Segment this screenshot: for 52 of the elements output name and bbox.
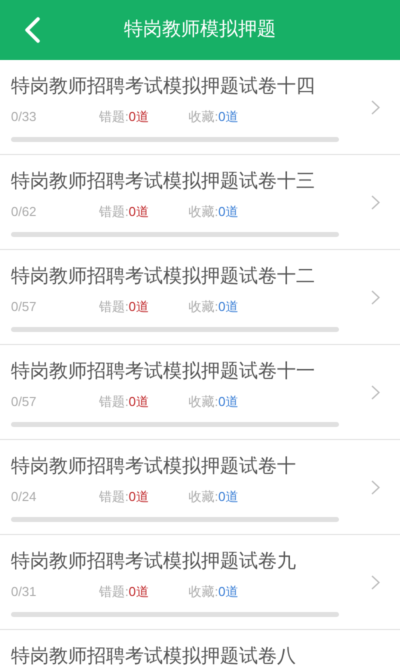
paper-row[interactable]: 特岗教师招聘考试模拟押题试卷十二 0/57 错题:0道 收藏:0道 (0, 250, 400, 345)
chevron-right-icon (371, 384, 380, 400)
paper-title: 特岗教师招聘考试模拟押题试卷十四 (11, 75, 316, 99)
chevron-right-icon (371, 194, 380, 210)
favorite-label: 收藏: (188, 298, 218, 316)
paper-title: 特岗教师招聘考试模拟押题试卷十二 (11, 265, 316, 289)
wrong-count: 0道 (128, 298, 150, 316)
chevron-right-icon (371, 100, 380, 114)
progress-text: 0/62 (11, 203, 38, 221)
favorite-count: 0道 (218, 393, 238, 411)
wrong-count: 0道 (128, 393, 150, 411)
chevron-right-icon (371, 574, 380, 590)
wrong-label: 错题: (99, 108, 129, 126)
progress-text: 0/33 (11, 108, 38, 126)
favorite-count: 0道 (218, 583, 238, 601)
paper-row[interactable]: 特岗教师招聘考试模拟押题试卷十一 0/57 错题:0道 收藏:0道 (0, 345, 400, 440)
paper-title: 特岗教师招聘考试模拟押题试卷八 (11, 645, 297, 666)
paper-title: 特岗教师招聘考试模拟押题试卷十三 (11, 170, 316, 194)
progress-text: 0/31 (11, 583, 38, 601)
back-icon (23, 16, 41, 44)
favorite-label: 收藏: (188, 488, 218, 506)
paper-row[interactable]: 特岗教师招聘考试模拟押题试卷八 (0, 630, 400, 666)
paper-row[interactable]: 特岗教师招聘考试模拟押题试卷十四 0/33 错题:0道 收藏:0道 (0, 60, 400, 155)
wrong-label: 错题: (99, 298, 129, 316)
favorite-count: 0道 (218, 108, 238, 126)
wrong-count: 0道 (128, 203, 150, 221)
favorite-count: 0道 (218, 298, 238, 316)
favorite-count: 0道 (218, 203, 238, 221)
wrong-label: 错题: (99, 488, 129, 506)
header-title: 特岗教师模拟押题 (124, 18, 276, 42)
wrong-label: 错题: (99, 393, 129, 411)
paper-row[interactable]: 特岗教师招聘考试模拟押题试卷九 0/31 错题:0道 收藏:0道 (0, 535, 400, 630)
progress-text: 0/57 (11, 393, 38, 411)
wrong-count: 0道 (128, 108, 150, 126)
progress-text: 0/57 (11, 298, 38, 316)
paper-title: 特岗教师招聘考试模拟押题试卷十 (11, 455, 297, 479)
favorite-label: 收藏: (188, 203, 218, 221)
wrong-label: 错题: (99, 203, 129, 221)
favorite-label: 收藏: (188, 583, 218, 601)
favorite-count: 0道 (218, 488, 238, 506)
wrong-count: 0道 (128, 488, 150, 506)
wrong-count: 0道 (128, 583, 150, 601)
chevron-right-icon (371, 480, 380, 494)
chevron-right-icon (371, 290, 380, 304)
progress-text: 0/24 (11, 488, 38, 506)
paper-row[interactable]: 特岗教师招聘考试模拟押题试卷十 0/24 错题:0道 收藏:0道 (0, 440, 400, 535)
favorite-label: 收藏: (188, 108, 218, 126)
wrong-label: 错题: (99, 583, 129, 601)
paper-title: 特岗教师招聘考试模拟押题试卷十一 (11, 360, 316, 384)
favorite-label: 收藏: (188, 393, 218, 411)
paper-row[interactable]: 特岗教师招聘考试模拟押题试卷十三 0/62 错题:0道 收藏:0道 (0, 155, 400, 250)
paper-title: 特岗教师招聘考试模拟押题试卷九 (11, 550, 297, 574)
